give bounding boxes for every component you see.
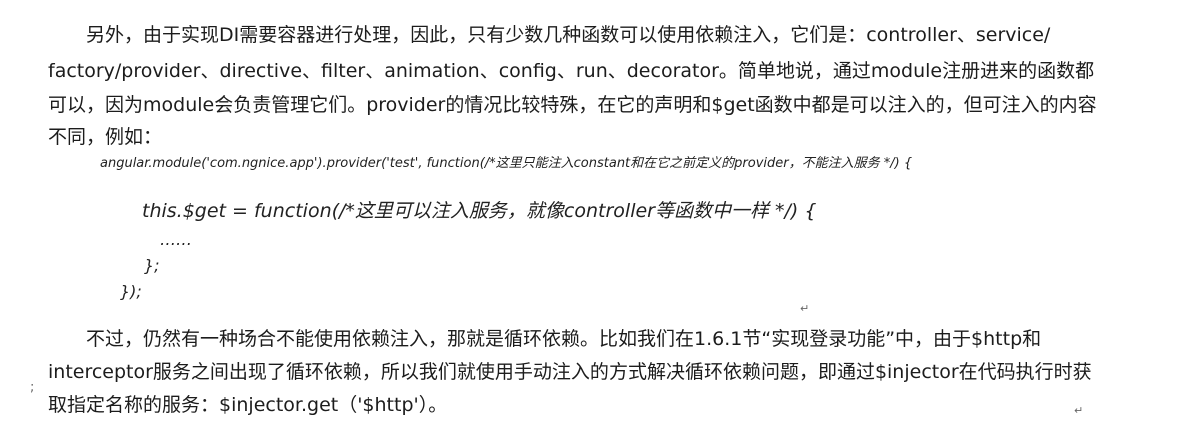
code-line-1: angular.module('com.ngnice.app').provide… xyxy=(100,156,913,171)
paragraph-2-line-3: 取指定名称的服务：$injector.get（'$http'）。 xyxy=(48,394,448,416)
side-mark: ; xyxy=(30,380,35,395)
code-line-3: …… xyxy=(160,230,192,249)
paragraph-return-mark-1: ↵ xyxy=(800,302,810,315)
paragraph-return-mark-2: ↵ xyxy=(1074,404,1084,417)
code-line-4: }; xyxy=(144,256,160,275)
paragraph-1-line-1: 另外，由于实现DI需要容器进行处理，因此，只有少数几种函数可以使用依赖注入，它们… xyxy=(86,24,1051,46)
paragraph-1-line-4: 不同，例如： xyxy=(48,126,163,148)
paragraph-2-line-1: 不过，仍然有一种场合不能使用依赖注入，那就是循环依赖。比如我们在1.6.1节“实… xyxy=(86,328,1042,350)
code-line-5: }); xyxy=(120,282,142,301)
code-line-2: this.$get = function(/*这里可以注入服务，就像contro… xyxy=(142,200,817,222)
paragraph-1-line-2: factory/provider、directive、filter、animat… xyxy=(48,60,1095,82)
paragraph-2-line-2: interceptor服务之间出现了循环依赖，所以我们就使用手动注入的方式解决循… xyxy=(48,361,1092,383)
paragraph-1-line-3: 可以，因为module会负责管理它们。provider的情况比较特殊，在它的声明… xyxy=(48,94,1097,116)
